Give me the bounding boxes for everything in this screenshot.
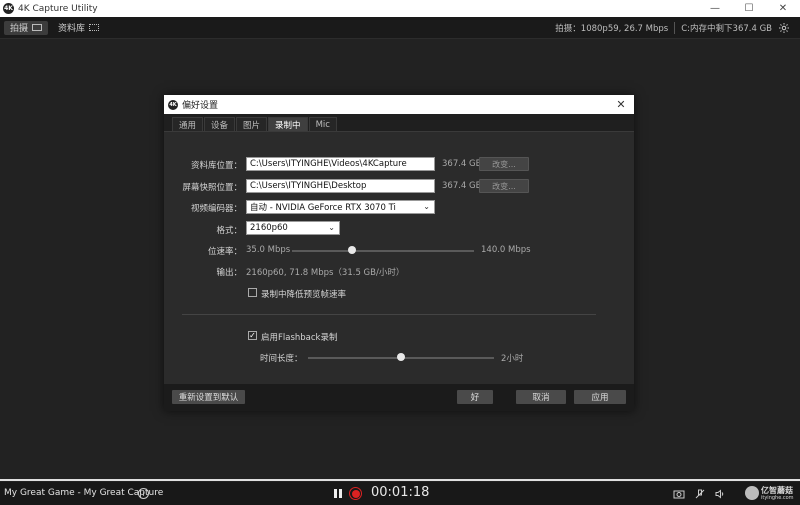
reduce-preview-checkbox[interactable] bbox=[248, 288, 257, 297]
pause-icon[interactable] bbox=[334, 489, 342, 498]
status-area: 拍摄：1080p59, 26.7 Mbps C:内存中剩下367.4 GB bbox=[555, 17, 772, 39]
watermark-text: 亿智蘑菇 bbox=[761, 485, 793, 495]
window-title-bar: 4K 4K Capture Utility — ☐ ✕ bbox=[0, 0, 800, 17]
duration-slider-thumb[interactable] bbox=[397, 353, 405, 361]
main-toolbar: 拍摄 资料库 拍摄：1080p59, 26.7 Mbps C:内存中剩下367.… bbox=[0, 17, 800, 39]
cancel-button[interactable]: 取消 bbox=[516, 390, 566, 404]
status-divider bbox=[674, 22, 676, 34]
video-encoder-label: 视频编码器： bbox=[190, 204, 242, 214]
pause-bar bbox=[339, 489, 342, 498]
format-value: 2160p60 bbox=[250, 223, 288, 233]
tab-devices[interactable]: 设备 bbox=[204, 117, 236, 131]
app-logo-icon: 4K bbox=[3, 3, 14, 14]
tab-recording[interactable]: 录制中 bbox=[268, 117, 308, 131]
dialog-footer: 重新设置到默认 好 取消 应用 bbox=[164, 384, 634, 411]
maximize-button[interactable]: ☐ bbox=[732, 0, 766, 17]
output-value: 2160p60, 71.8 Mbps（31.5 GB/小时） bbox=[246, 268, 405, 278]
storage-status: C:内存中剩下367.4 GB bbox=[681, 24, 772, 34]
screenshot-location-label: 屏幕快照位置： bbox=[182, 183, 242, 193]
capture-icon bbox=[32, 24, 43, 31]
screenshot-free-space: 367.4 GB bbox=[442, 181, 482, 191]
record-icon[interactable] bbox=[349, 487, 362, 500]
capture-status: 拍摄：1080p59, 26.7 Mbps bbox=[555, 24, 669, 34]
section-divider bbox=[182, 314, 596, 315]
apply-button[interactable]: 应用 bbox=[574, 390, 626, 404]
flashback-checkbox[interactable]: ✓ bbox=[248, 331, 257, 340]
screenshot-location-field[interactable]: C:\Users\ITYINGHE\Desktop bbox=[246, 179, 435, 193]
minimize-button[interactable]: — bbox=[698, 0, 732, 17]
screenshot-icon[interactable] bbox=[672, 487, 686, 500]
info-icon[interactable]: i bbox=[138, 488, 149, 499]
gear-icon[interactable] bbox=[776, 20, 792, 36]
tab-general[interactable]: 通用 bbox=[172, 117, 204, 131]
output-label: 输出： bbox=[216, 268, 242, 278]
recording-timer: 00:01:18 bbox=[371, 485, 430, 500]
window-title: 4K Capture Utility bbox=[18, 3, 98, 14]
duration-max: 2小时 bbox=[501, 354, 524, 364]
dialog-title-bar: 4K 偏好设置 ✕ bbox=[164, 95, 634, 114]
record-dot bbox=[351, 489, 360, 498]
watermark-text-group: 亿智蘑菇 ityinghe.com bbox=[761, 486, 794, 501]
watermark-url: ityinghe.com bbox=[761, 494, 794, 501]
pause-bar bbox=[334, 489, 337, 498]
video-encoder-select[interactable]: 自动 - NVIDIA GeForce RTX 3070 Ti ⌄ bbox=[246, 200, 435, 214]
bitrate-max: 140.0 Mbps bbox=[481, 245, 531, 255]
watermark: 亿智蘑菇 ityinghe.com bbox=[745, 483, 798, 503]
dialog-close-icon[interactable]: ✕ bbox=[614, 97, 628, 111]
bitrate-min: 35.0 Mbps bbox=[246, 245, 291, 255]
tab-images[interactable]: 图片 bbox=[236, 117, 268, 131]
screenshot-change-button[interactable]: 改变... bbox=[479, 179, 529, 193]
library-change-button[interactable]: 改变... bbox=[479, 157, 529, 171]
library-location-label: 资料库位置： bbox=[190, 161, 242, 171]
volume-icon[interactable] bbox=[713, 487, 727, 500]
preferences-dialog: 4K 偏好设置 ✕ 通用 设备 图片 录制中 Mic 资料库位置： C:\Use… bbox=[164, 95, 634, 411]
tab-library-label: 资料库 bbox=[58, 24, 86, 34]
tab-library[interactable]: 资料库 bbox=[52, 21, 105, 35]
tab-capture-label: 拍摄 bbox=[10, 24, 29, 34]
dialog-logo-icon: 4K bbox=[168, 99, 178, 110]
duration-label: 时间长度： bbox=[260, 354, 303, 364]
format-label: 格式： bbox=[216, 226, 242, 236]
chevron-down-icon: ⌄ bbox=[423, 202, 430, 211]
bitrate-label: 位速率： bbox=[207, 247, 242, 257]
dialog-tabs: 通用 设备 图片 录制中 Mic bbox=[164, 114, 634, 132]
watermark-logo bbox=[745, 486, 759, 500]
video-encoder-value: 自动 - NVIDIA GeForce RTX 3070 Ti bbox=[250, 203, 396, 213]
window-controls: — ☐ ✕ bbox=[698, 0, 800, 17]
bitrate-slider-track[interactable] bbox=[292, 250, 474, 252]
reset-defaults-button[interactable]: 重新设置到默认 bbox=[172, 390, 245, 404]
dialog-title: 偏好设置 bbox=[182, 101, 219, 111]
library-location-field[interactable]: C:\Users\ITYINGHE\Videos\4KCapture bbox=[246, 157, 435, 171]
flashback-label: 启用Flashback录制 bbox=[261, 333, 338, 343]
ok-button[interactable]: 好 bbox=[457, 390, 493, 404]
tab-mic[interactable]: Mic bbox=[308, 117, 337, 131]
bottom-bar: My Great Game - My Great Capture i 00:01… bbox=[0, 482, 800, 505]
reduce-preview-label: 录制中降低预览帧速率 bbox=[261, 290, 347, 300]
format-select[interactable]: 2160p60 ⌄ bbox=[246, 221, 340, 235]
chevron-down-icon: ⌄ bbox=[328, 223, 335, 232]
close-button[interactable]: ✕ bbox=[766, 0, 800, 17]
tab-capture[interactable]: 拍摄 bbox=[4, 20, 49, 35]
timeline-bar bbox=[0, 479, 800, 481]
library-icon bbox=[89, 24, 100, 31]
mic-muted-icon[interactable] bbox=[693, 487, 707, 500]
library-free-space: 367.4 GB bbox=[442, 159, 482, 169]
bitrate-slider-thumb[interactable] bbox=[348, 246, 357, 254]
